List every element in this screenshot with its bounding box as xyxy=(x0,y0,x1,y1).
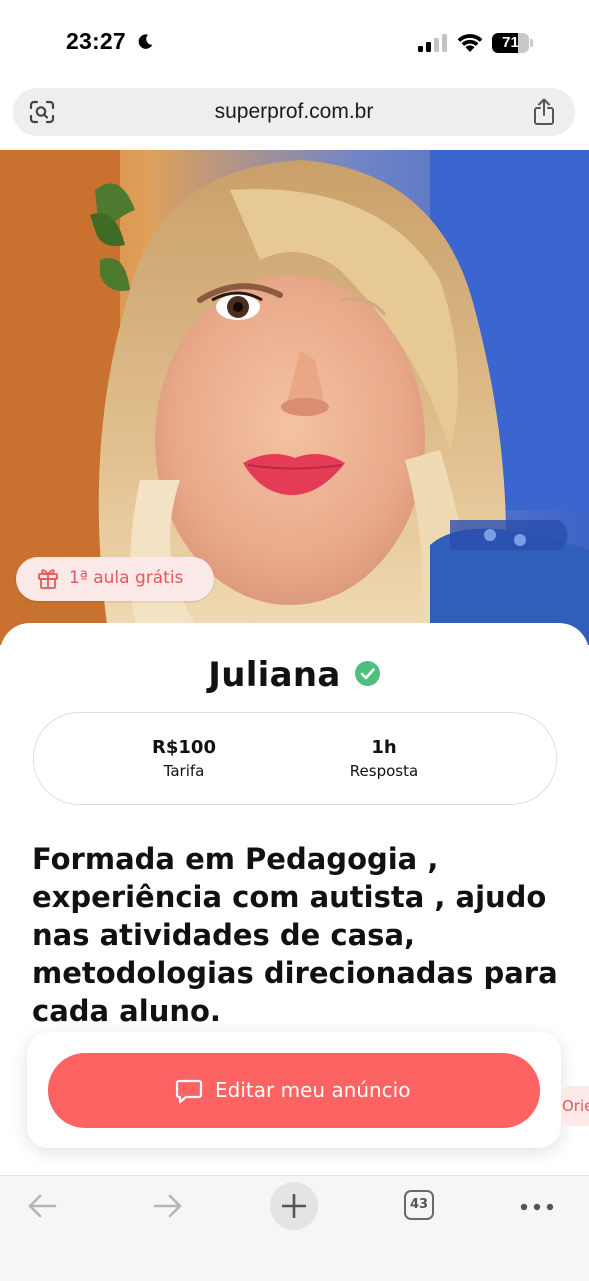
cellular-signal-icon xyxy=(418,34,447,52)
edit-ad-label: Editar meu anúncio xyxy=(215,1078,411,1102)
profile-headline: Formada em Pedagogia , experiência com a… xyxy=(32,842,558,1028)
more-dots-icon[interactable] xyxy=(520,1202,554,1212)
rate-value: R$100 xyxy=(152,737,216,758)
status-bar: 23:27 71 xyxy=(0,0,589,88)
edit-ad-button[interactable]: Editar meu anúncio xyxy=(48,1053,540,1128)
stat-rate: R$100 Tarifa xyxy=(104,737,264,780)
status-time: 23:27 xyxy=(66,28,126,54)
url-text[interactable]: superprof.com.br xyxy=(13,100,575,124)
tab-switcher-button[interactable]: 43 xyxy=(404,1190,434,1220)
arrow-right-icon[interactable] xyxy=(152,1192,184,1220)
browser-toolbar: 43 xyxy=(0,1175,589,1281)
response-value: 1h xyxy=(371,737,397,758)
name-row: Juliana xyxy=(0,655,589,695)
moon-icon xyxy=(138,34,153,49)
gift-icon xyxy=(38,569,58,589)
tab-count: 43 xyxy=(409,1197,429,1212)
wifi-icon xyxy=(457,34,483,52)
tutor-name: Juliana xyxy=(208,655,341,695)
battery-indicator: 71 xyxy=(492,33,534,53)
verified-check-icon xyxy=(354,660,380,686)
stat-response: 1h Resposta xyxy=(304,737,464,780)
battery-level: 71 xyxy=(502,34,519,51)
peek-tag[interactable]: Orie xyxy=(561,1086,589,1126)
rate-label: Tarifa xyxy=(163,762,205,780)
plus-icon xyxy=(282,1194,306,1218)
stats-box: R$100 Tarifa 1h Resposta xyxy=(33,712,557,805)
free-trial-label: 1ª aula grátis xyxy=(69,568,184,588)
peek-label: Orie xyxy=(562,1097,589,1115)
free-trial-badge: 1ª aula grátis xyxy=(16,557,214,601)
arrow-left-icon[interactable] xyxy=(26,1192,58,1220)
chat-bubble-icon xyxy=(175,1079,203,1104)
share-icon[interactable] xyxy=(532,98,556,126)
address-bar[interactable]: superprof.com.br xyxy=(13,88,575,136)
new-tab-button[interactable] xyxy=(270,1182,318,1230)
response-label: Resposta xyxy=(349,762,419,780)
